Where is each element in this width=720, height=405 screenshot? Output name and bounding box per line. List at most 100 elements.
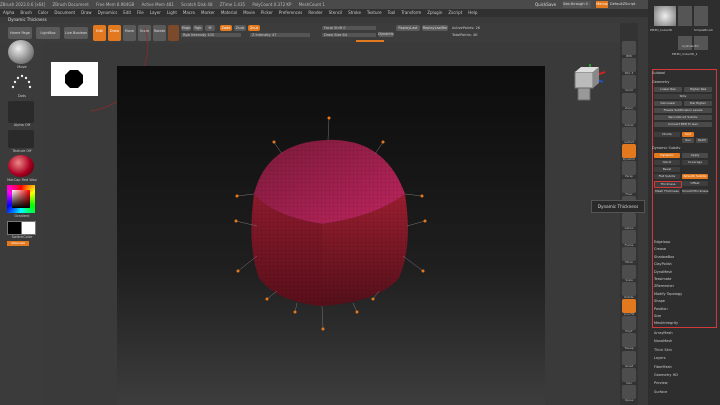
menu-file[interactable]: File xyxy=(137,10,144,15)
menu-light[interactable]: Light xyxy=(167,10,177,15)
divide-button[interactable]: Divide xyxy=(654,132,680,137)
subpalette-nanomesh[interactable]: NanoMesh xyxy=(654,339,672,343)
tool-thumb-cube[interactable] xyxy=(654,6,676,26)
coverage-slider[interactable]: Coverage xyxy=(682,160,708,165)
menu-preferences[interactable]: Preferences xyxy=(279,10,303,15)
line-fill-icon[interactable] xyxy=(622,299,636,313)
subpalette-arraymesh[interactable]: ArrayMesh xyxy=(654,331,673,335)
dynamic-icon[interactable] xyxy=(622,144,636,159)
zadd-button[interactable]: Zadd xyxy=(220,25,232,31)
smooth-thickness-slider[interactable]: SmoothThickness xyxy=(682,189,708,194)
menu-color[interactable]: Color xyxy=(38,10,48,15)
polyf-icon[interactable] xyxy=(622,316,636,331)
subtool-header[interactable]: Subtool xyxy=(652,71,714,76)
menu-stencil[interactable]: Stencil xyxy=(329,10,343,15)
offset-slider[interactable]: Offset xyxy=(682,181,708,186)
menu-marker[interactable]: Marker xyxy=(201,10,215,15)
main-color-swatch[interactable] xyxy=(7,221,22,235)
replay-last-button[interactable]: ReplayLast xyxy=(396,25,420,31)
menu-texture[interactable]: Texture xyxy=(367,10,382,15)
m-button[interactable]: M xyxy=(205,25,215,31)
subpalette-meshintegrity[interactable]: MeshIntegrity xyxy=(654,321,678,325)
navigation-cube-icon[interactable] xyxy=(565,62,615,107)
menu-alpha[interactable]: Alpha xyxy=(3,10,14,15)
home-page-button[interactable]: Home Page xyxy=(8,27,32,39)
move-icon[interactable] xyxy=(622,247,636,262)
rotate-icon[interactable] xyxy=(622,281,636,296)
subpalette-zremesher[interactable]: ZRemesher xyxy=(654,284,674,288)
menu-stroke[interactable]: Stroke xyxy=(348,10,361,15)
aahalf-icon[interactable] xyxy=(622,127,636,141)
menu-render[interactable]: Render xyxy=(308,10,322,15)
menu-dynamics[interactable]: Dynamics xyxy=(98,10,118,15)
dynamic-subdiv-header[interactable]: Dynamic Subdiv xyxy=(652,146,714,151)
menu-brush[interactable]: Brush xyxy=(20,10,32,15)
ghost-icon[interactable] xyxy=(622,350,636,365)
suv-toggle[interactable]: Suv xyxy=(682,138,694,143)
tool-thumb-cylinder[interactable] xyxy=(678,6,692,26)
z-intensity-slider[interactable]: Z Intensity 47 xyxy=(250,33,310,37)
mesh-thickness-slider[interactable]: Mesh Thickness xyxy=(654,189,680,194)
draw-size-slider[interactable]: Draw Size 64 xyxy=(322,33,376,37)
menu-edit[interactable]: Edit xyxy=(123,10,131,15)
subpalette-size[interactable]: Size xyxy=(654,314,661,318)
subpalette-fibermesh[interactable]: FiberMesh xyxy=(654,365,672,369)
alternate-button[interactable]: Alternate xyxy=(7,241,29,246)
subpalette-modify-topology[interactable]: Modify Topology xyxy=(654,292,682,296)
menu-layer[interactable]: Layer xyxy=(150,10,161,15)
subpalette-layers[interactable]: Layers xyxy=(654,356,666,360)
persp-icon[interactable] xyxy=(622,161,636,176)
scale-icon[interactable] xyxy=(622,264,636,279)
solo-icon[interactable] xyxy=(622,367,636,382)
zsub-button[interactable]: Zsub xyxy=(234,25,246,31)
scroll-icon[interactable] xyxy=(622,75,636,90)
color-picker-square[interactable] xyxy=(12,190,30,208)
spix-3-icon[interactable] xyxy=(622,58,636,73)
subpalette-crease[interactable]: Crease xyxy=(654,247,666,251)
subpalette-surface[interactable]: Surface xyxy=(654,390,667,394)
tool-thumb-simplebrush[interactable] xyxy=(694,6,708,26)
canvas-viewport[interactable] xyxy=(117,66,545,405)
smooth-subdiv-slider[interactable]: Smooth Subdiv xyxy=(682,174,708,179)
del-higher-button[interactable]: Del Higher xyxy=(684,101,712,106)
subpalette-shadowbox[interactable]: ShadowBox xyxy=(654,255,674,259)
see-through-slider[interactable]: See-through 0 xyxy=(563,1,591,8)
subpalette-geometry-hd[interactable]: Geometry HD xyxy=(654,373,678,377)
menus-button[interactable]: Menus xyxy=(596,1,608,8)
subpalette-tessimate[interactable]: Tessimate xyxy=(654,277,671,281)
higher-res-button[interactable]: Higher Res xyxy=(684,87,712,92)
material-swatch[interactable] xyxy=(168,25,179,41)
flat-subdiv-slider[interactable]: Flat Subdiv xyxy=(654,174,680,179)
subpalette-dynamesh[interactable]: DynaMesh xyxy=(654,270,672,274)
qgrid-slider[interactable]: QGrid xyxy=(654,160,680,165)
del-lower-button[interactable]: Del Lower xyxy=(654,101,682,106)
geometry-header[interactable]: Geometry xyxy=(652,80,714,85)
rgb-button[interactable]: Rgb xyxy=(193,25,203,31)
menu-tool[interactable]: Tool xyxy=(388,10,396,15)
reuv-toggle[interactable]: ReUV xyxy=(696,138,708,143)
lower-res-button[interactable]: Lower Res xyxy=(654,87,682,92)
menu-picker[interactable]: Picker xyxy=(261,10,273,15)
zoom-icon[interactable] xyxy=(622,92,636,107)
subpalette-claypolish[interactable]: ClayPolish xyxy=(654,262,672,266)
menu-draw[interactable]: Draw xyxy=(81,10,91,15)
zcut-button[interactable]: Zcut xyxy=(248,25,260,31)
dynamic-subdiv-toggle[interactable]: Dynamic xyxy=(654,153,680,158)
subpalette-edgeloop[interactable]: Edgeloop xyxy=(654,240,670,244)
rgb-intensity-slider[interactable]: Rgb Intensity 100 xyxy=(181,33,241,37)
subpalette-preview[interactable]: Preview xyxy=(654,381,668,385)
replay-last-rel-button[interactable]: ReplayLastRel xyxy=(422,25,448,31)
apply-button[interactable]: Apply xyxy=(682,153,708,158)
material-thumbnail[interactable] xyxy=(8,155,34,177)
switch-color-button[interactable]: SwitchColor xyxy=(4,235,40,239)
frame-icon[interactable] xyxy=(622,230,636,245)
menu-help[interactable]: Help xyxy=(468,10,477,15)
menu-zplugin[interactable]: Zplugin xyxy=(427,10,442,15)
xpose-icon[interactable] xyxy=(622,385,636,399)
menu-transform[interactable]: Transform xyxy=(401,10,421,15)
mrgb-button[interactable]: Mrgb xyxy=(181,25,191,31)
secondary-color-swatch[interactable] xyxy=(21,221,36,235)
subpalette-position[interactable]: Position xyxy=(654,307,668,311)
default-zscript-button[interactable]: DefaultZScript xyxy=(610,1,640,8)
smt-toggle[interactable]: Smt xyxy=(682,132,694,137)
